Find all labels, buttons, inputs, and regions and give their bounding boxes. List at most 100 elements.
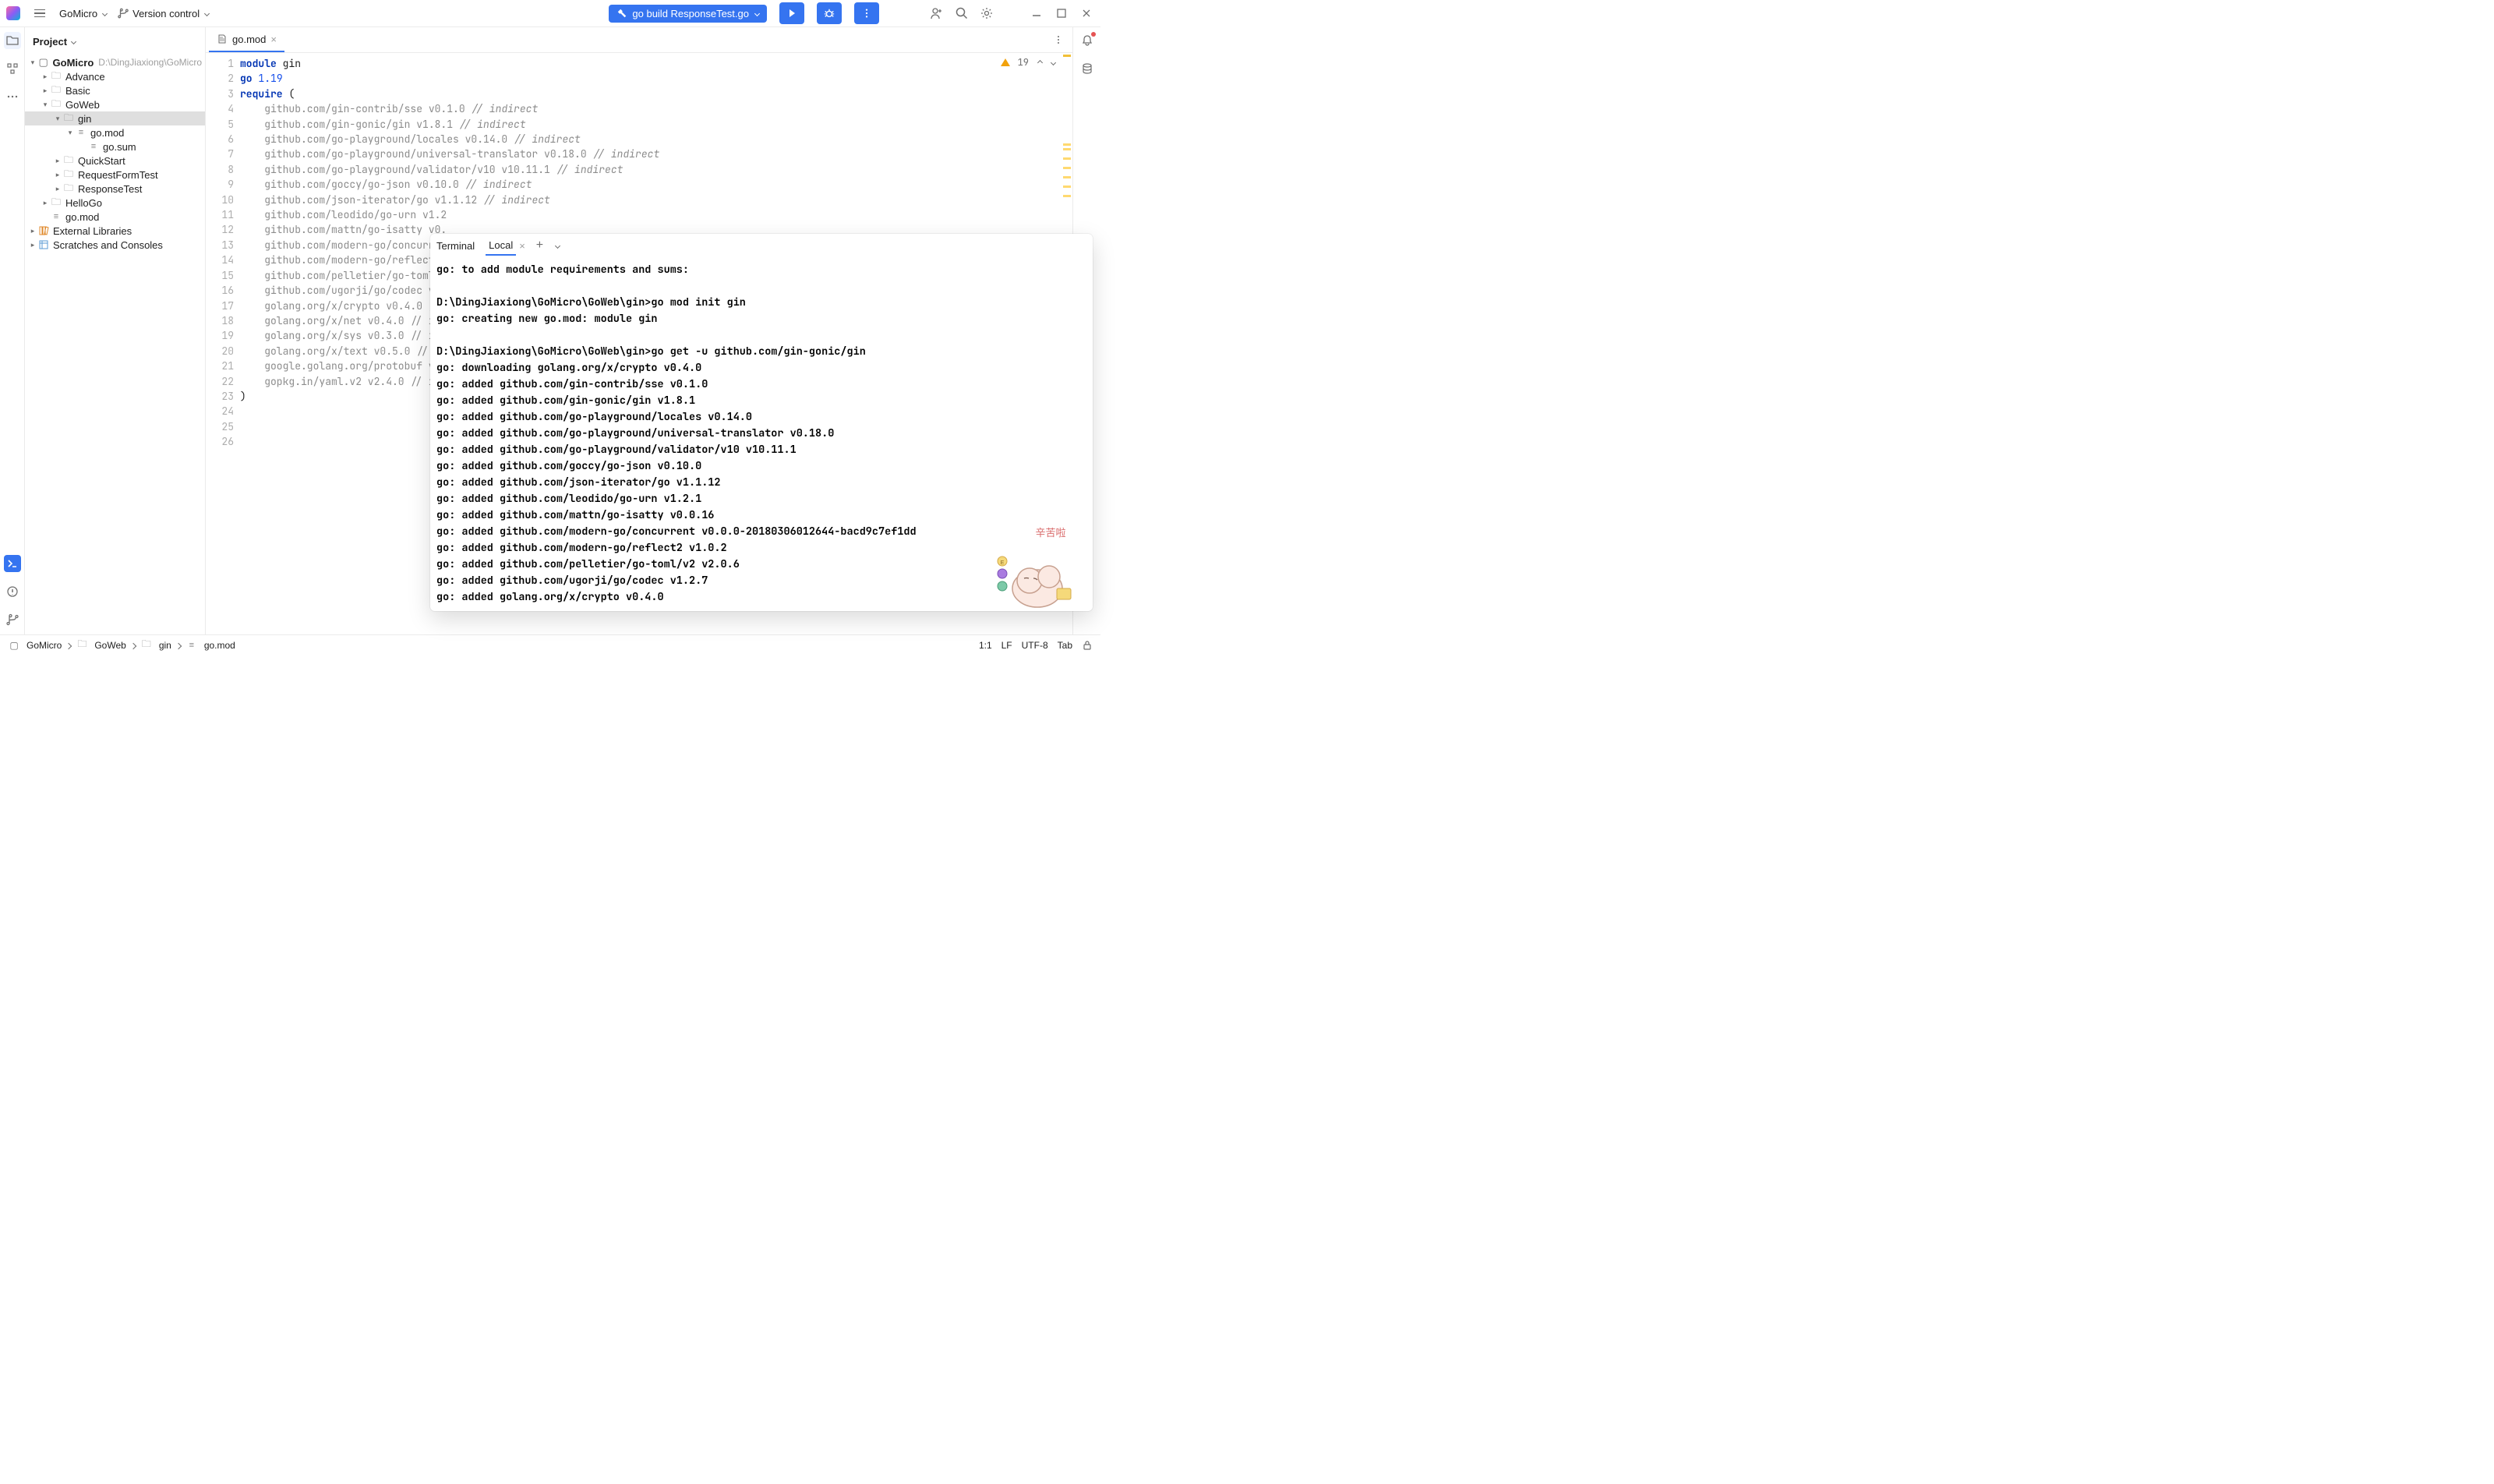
problems-tool-button[interactable] xyxy=(4,583,21,600)
chevron-up-icon[interactable] xyxy=(1037,59,1043,65)
tree-label: Scratches and Consoles xyxy=(53,239,163,251)
folder-icon xyxy=(140,637,153,653)
project-tree[interactable]: ▾ ▢ GoMicro D:\DingJiaxiong\GoMicro ▸Adv… xyxy=(25,55,205,634)
tree-label: go.mod xyxy=(90,127,124,139)
status-bar: ▢GoMicro GoWeb gin go.mod 1:1 LF UTF-8 Tab xyxy=(0,634,1100,655)
run-button[interactable] xyxy=(779,2,804,24)
warning-icon xyxy=(1001,58,1010,66)
structure-tool-button[interactable] xyxy=(4,60,21,77)
tree-label: gin xyxy=(78,113,91,125)
terminal-output[interactable]: go: to add module requirements and sums:… xyxy=(430,257,1093,611)
folder-icon xyxy=(6,34,19,47)
tree-row[interactable]: ▾ ▢ GoMicro D:\DingJiaxiong\GoMicro xyxy=(25,55,205,69)
terminal-session-tab[interactable]: Local xyxy=(486,236,516,256)
debug-button[interactable] xyxy=(817,2,842,24)
hammer-icon xyxy=(616,8,627,19)
tree-row[interactable]: ▸RequestFormTest xyxy=(25,168,205,182)
tree-chevron: ▾ xyxy=(53,115,62,123)
folder-icon xyxy=(50,195,62,211)
terminal-tool-button[interactable] xyxy=(4,555,21,572)
notifications-button[interactable] xyxy=(1079,32,1096,49)
person-plus-icon xyxy=(930,6,944,20)
project-tool-button[interactable] xyxy=(4,32,21,49)
terminal-tool-window: Terminal Local × + go: to add module req… xyxy=(430,234,1093,611)
code-with-me-button[interactable] xyxy=(929,5,945,21)
new-session-button[interactable]: + xyxy=(536,238,543,253)
chevron-down-icon xyxy=(754,10,760,16)
version-control-widget[interactable]: Version control xyxy=(118,8,209,19)
project-selector[interactable]: GoMicro xyxy=(59,8,107,19)
run-config-selector[interactable]: go build ResponseTest.go xyxy=(609,5,767,23)
database-tool-button[interactable] xyxy=(1079,60,1096,77)
breadcrumb-item[interactable]: ▢GoMicro xyxy=(8,640,62,651)
tree-row[interactable]: ▾ go.mod xyxy=(25,125,205,140)
search-everywhere-button[interactable] xyxy=(954,5,970,21)
tree-label: GoWeb xyxy=(65,99,100,111)
indent-config[interactable]: Tab xyxy=(1058,640,1072,651)
gutter: 1234567891011121314151617181920212223242… xyxy=(206,53,240,634)
tree-label: go.sum xyxy=(103,141,136,153)
caret-position[interactable]: 1:1 xyxy=(979,640,992,651)
terminal-title[interactable]: Terminal xyxy=(436,240,475,252)
folder-icon xyxy=(76,637,88,653)
breadcrumb[interactable]: ▢GoMicro GoWeb gin go.mod xyxy=(8,637,235,653)
tree-chevron: ▾ xyxy=(65,129,75,137)
tree-row[interactable]: ▸ResponseTest xyxy=(25,182,205,196)
file-icon xyxy=(75,128,87,137)
tree-row[interactable]: ▸ External Libraries xyxy=(25,224,205,238)
chevron-right-icon: ▸ xyxy=(28,241,37,249)
editor-tab[interactable]: go.mod × xyxy=(209,27,284,52)
file-icon xyxy=(185,641,198,650)
tree-row[interactable]: go.mod xyxy=(25,210,205,224)
breadcrumb-item[interactable]: GoWeb xyxy=(76,637,125,653)
session-options-button[interactable] xyxy=(555,242,560,248)
breadcrumb-item[interactable]: go.mod xyxy=(185,640,235,651)
project-panel-header[interactable]: Project xyxy=(25,27,205,55)
library-icon xyxy=(37,225,50,236)
main-menu-button[interactable] xyxy=(31,5,48,22)
chevron-down-icon: ▾ xyxy=(28,58,37,67)
close-window-button[interactable] xyxy=(1079,5,1094,21)
chevron-right-icon xyxy=(176,640,181,651)
gear-icon xyxy=(980,6,994,20)
breadcrumb-label: go.mod xyxy=(204,640,235,651)
more-tool-button[interactable] xyxy=(4,88,21,105)
close-tab-button[interactable]: × xyxy=(270,34,277,45)
chevron-right-icon xyxy=(131,640,136,651)
git-tool-button[interactable] xyxy=(4,611,21,628)
database-icon xyxy=(1081,62,1093,75)
breadcrumb-label: GoWeb xyxy=(94,640,125,651)
maximize-icon xyxy=(1056,8,1067,19)
tree-row[interactable]: ▸Advance xyxy=(25,69,205,83)
tree-row[interactable]: ▸QuickStart xyxy=(25,154,205,168)
scratches-icon xyxy=(37,239,50,250)
tree-row[interactable]: ▾ gin xyxy=(25,111,205,125)
maximize-button[interactable] xyxy=(1054,5,1069,21)
readonly-toggle[interactable] xyxy=(1082,640,1093,651)
tree-label: Basic xyxy=(65,85,90,97)
minimize-button[interactable] xyxy=(1029,5,1044,21)
chevron-down-icon[interactable] xyxy=(1051,59,1056,65)
terminal-tabs: Terminal Local × + xyxy=(430,234,1093,257)
tree-row[interactable]: ▾ GoWeb xyxy=(25,97,205,111)
file-icon xyxy=(50,212,62,221)
tree-label: go.mod xyxy=(65,211,99,223)
project-panel: Project ▾ ▢ GoMicro D:\DingJiaxiong\GoMi… xyxy=(25,27,206,634)
tab-actions-button[interactable] xyxy=(1051,32,1066,48)
tree-row[interactable]: ▸HelloGo xyxy=(25,196,205,210)
more-actions-button[interactable] xyxy=(854,2,879,24)
tree-row[interactable]: ▸ Scratches and Consoles xyxy=(25,238,205,252)
branch-icon xyxy=(118,8,129,19)
close-session-button[interactable]: × xyxy=(519,240,525,252)
settings-button[interactable] xyxy=(979,5,994,21)
file-encoding[interactable]: UTF-8 xyxy=(1022,640,1048,651)
vcs-label: Version control xyxy=(132,8,200,19)
tree-chevron: ▾ xyxy=(41,101,50,109)
breadcrumb-item[interactable]: gin xyxy=(140,637,171,653)
tree-row[interactable]: ▸Basic xyxy=(25,83,205,97)
breadcrumb-label: GoMicro xyxy=(26,640,62,651)
tree-row[interactable]: go.sum xyxy=(25,140,205,154)
tree-chevron: ▸ xyxy=(41,72,50,81)
inspection-badge[interactable]: 19 xyxy=(1001,56,1055,69)
line-separator[interactable]: LF xyxy=(1001,640,1012,651)
